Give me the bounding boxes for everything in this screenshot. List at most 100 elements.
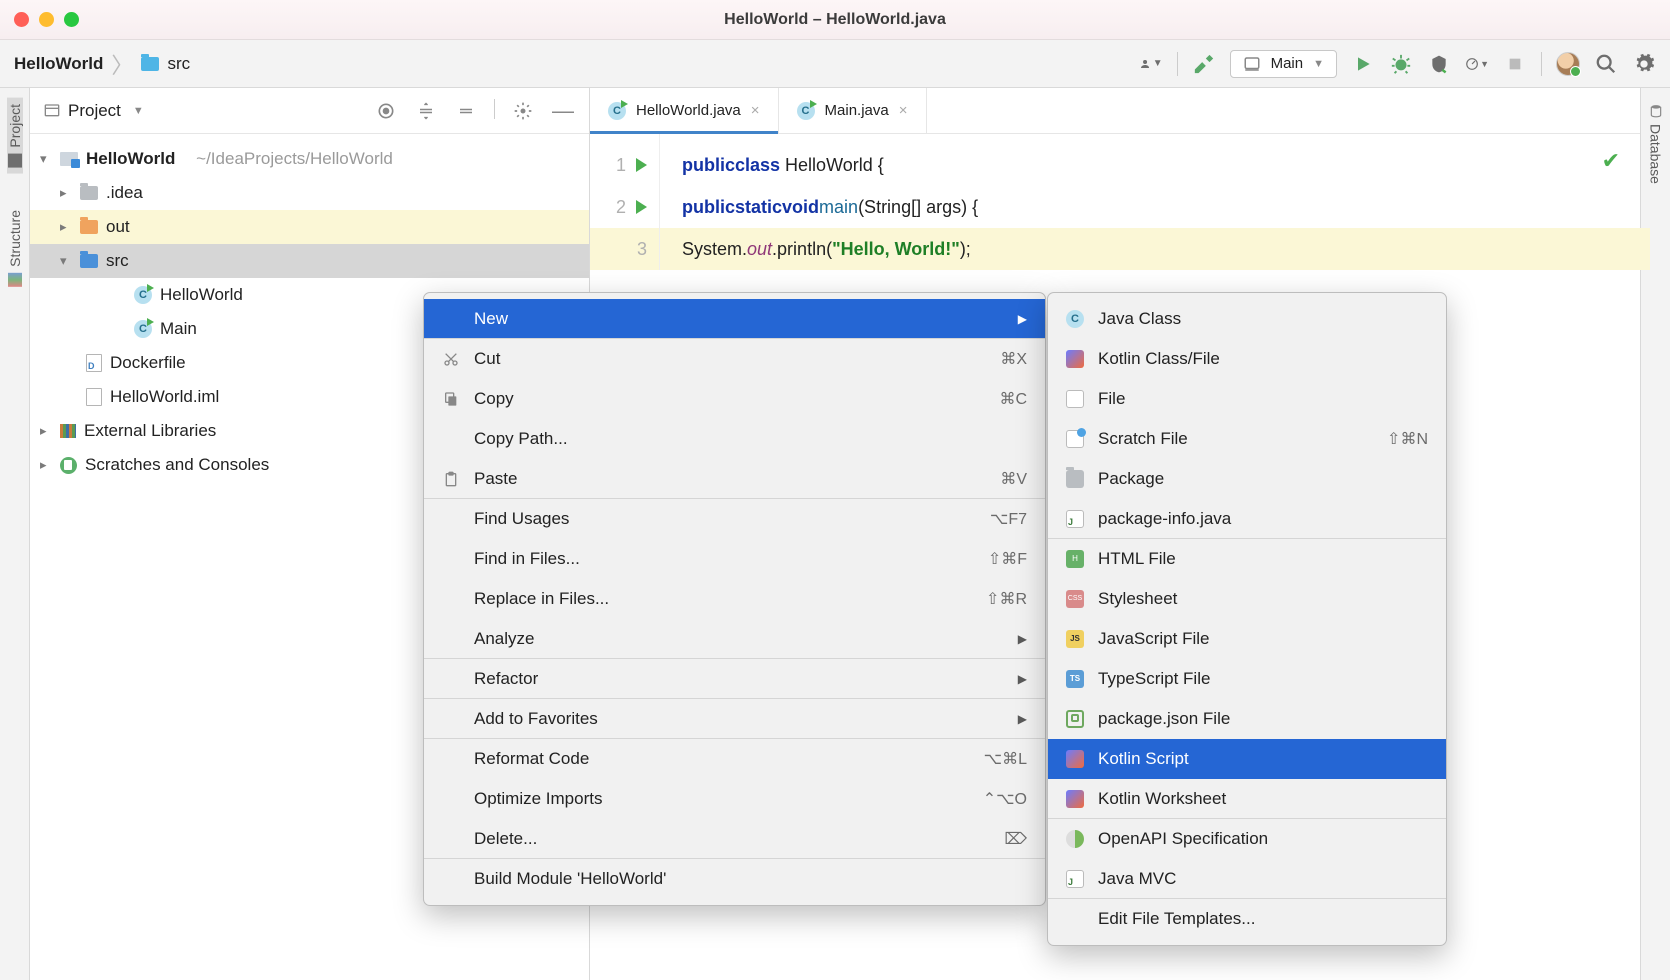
breadcrumb-separator-icon: 〉 (111, 48, 133, 80)
menu-reformat-code[interactable]: Reformat Code⌥⌘L (424, 739, 1045, 779)
tree-out[interactable]: ▸out (30, 210, 589, 244)
menu-find-usages[interactable]: Find Usages⌥F7 (424, 499, 1045, 539)
gear-icon[interactable] (511, 99, 535, 123)
class-icon: C (134, 286, 152, 304)
menu-cut[interactable]: Cut⌘X (424, 339, 1045, 379)
menu-delete[interactable]: Delete...⌦ (424, 819, 1045, 859)
gutter: 1 2 3 (590, 134, 660, 270)
search-icon[interactable] (1594, 52, 1618, 76)
class-icon: C (608, 102, 626, 120)
left-sidestrip: Project Structure (0, 88, 30, 980)
profiler-icon[interactable]: ▼ (1465, 52, 1489, 76)
menu-new[interactable]: New▶ (424, 299, 1045, 339)
chevron-down-icon: ▼ (1313, 58, 1324, 70)
right-sidestrip: Database (1640, 88, 1670, 980)
menu-copy[interactable]: Copy⌘C (424, 379, 1045, 419)
new-submenu: CJava Class Kotlin Class/File File Scrat… (1047, 292, 1447, 946)
run-icon[interactable] (1351, 52, 1375, 76)
menu-build-module[interactable]: Build Module 'HelloWorld' (424, 859, 1045, 899)
submenu-javascript-file[interactable]: JSJavaScript File (1048, 619, 1446, 659)
menu-copy-path[interactable]: Copy Path... (424, 419, 1045, 459)
submenu-package[interactable]: Package (1048, 459, 1446, 499)
select-opened-file-icon[interactable] (374, 99, 398, 123)
collapse-all-icon[interactable] (454, 99, 478, 123)
run-config-label: Main (1271, 55, 1304, 72)
menu-refactor[interactable]: Refactor▶ (424, 659, 1045, 699)
context-menu: New▶ Cut⌘X Copy⌘C Copy Path... Paste⌘V F… (423, 292, 1046, 906)
hammer-icon[interactable] (1192, 52, 1216, 76)
folder-icon (80, 254, 98, 268)
tab-helloworld[interactable]: C HelloWorld.java × (590, 88, 779, 133)
breadcrumb-src[interactable]: src (167, 54, 190, 74)
structure-tool-button[interactable]: Structure (7, 204, 23, 293)
class-icon: C (797, 102, 815, 120)
submenu-package-json[interactable]: package.json File (1048, 699, 1446, 739)
debug-icon[interactable] (1389, 52, 1413, 76)
submenu-typescript-file[interactable]: TSTypeScript File (1048, 659, 1446, 699)
close-icon[interactable]: × (899, 102, 908, 119)
tree-root[interactable]: ▾HelloWorld ~/IdeaProjects/HelloWorld (30, 142, 589, 176)
run-gutter-icon[interactable] (636, 158, 647, 172)
module-icon (60, 152, 78, 166)
minimize-window-icon[interactable] (39, 12, 54, 27)
submenu-scratch-file[interactable]: Scratch File⇧⌘N (1048, 419, 1446, 459)
separator (494, 99, 495, 119)
gear-icon[interactable] (1632, 52, 1656, 76)
scratch-icon (60, 457, 77, 474)
run-config-selector[interactable]: Main ▼ (1230, 50, 1337, 78)
checkmark-icon[interactable]: ✔ (1602, 148, 1620, 174)
submenu-file[interactable]: File (1048, 379, 1446, 419)
submenu-java-class[interactable]: CJava Class (1048, 299, 1446, 339)
folder-icon (80, 220, 98, 234)
submenu-kotlin-script[interactable]: Kotlin Script (1048, 739, 1446, 779)
breadcrumb-root[interactable]: HelloWorld (14, 54, 103, 74)
file-icon (86, 388, 102, 406)
tree-src[interactable]: ▾src (30, 244, 589, 278)
navbar: HelloWorld 〉 src ▼ Main ▼ ▼ (0, 40, 1670, 88)
submenu-java-mvc[interactable]: JJava MVC (1048, 859, 1446, 899)
menu-paste[interactable]: Paste⌘V (424, 459, 1045, 499)
folder-icon (80, 186, 98, 200)
editor-tabs: C HelloWorld.java × C Main.java × (590, 88, 1640, 134)
submenu-kotlin-worksheet[interactable]: Kotlin Worksheet (1048, 779, 1446, 819)
hide-icon[interactable]: — (551, 99, 575, 123)
submenu-openapi[interactable]: OpenAPI Specification (1048, 819, 1446, 859)
submenu-package-info[interactable]: Jpackage-info.java (1048, 499, 1446, 539)
submenu-edit-file-templates[interactable]: Edit File Templates... (1048, 899, 1446, 939)
submenu-stylesheet[interactable]: CSSStylesheet (1048, 579, 1446, 619)
menu-replace-in-files[interactable]: Replace in Files...⇧⌘R (424, 579, 1045, 619)
code-editor[interactable]: 1 2 3 public class HelloWorld { public s… (590, 134, 1640, 270)
project-panel-header: Project ▼ — (30, 88, 589, 134)
tab-main[interactable]: C Main.java × (779, 88, 927, 133)
class-icon: C (134, 320, 152, 338)
breadcrumb[interactable]: HelloWorld 〉 src (14, 48, 190, 80)
separator (1177, 52, 1178, 76)
tree-idea[interactable]: ▸.idea (30, 176, 589, 210)
expand-all-icon[interactable] (414, 99, 438, 123)
avatar[interactable] (1556, 52, 1580, 76)
user-icon[interactable]: ▼ (1139, 52, 1163, 76)
coverage-icon[interactable] (1427, 52, 1451, 76)
library-icon (60, 424, 76, 438)
database-tool-button[interactable]: Database (1648, 98, 1664, 190)
menu-add-to-favorites[interactable]: Add to Favorites▶ (424, 699, 1045, 739)
project-tool-button[interactable]: Project (7, 98, 23, 174)
menu-analyze[interactable]: Analyze▶ (424, 619, 1045, 659)
run-gutter-icon[interactable] (636, 200, 647, 214)
menu-find-in-files[interactable]: Find in Files...⇧⌘F (424, 539, 1045, 579)
stop-icon[interactable] (1503, 52, 1527, 76)
dockerfile-icon (86, 354, 102, 372)
window-title: HelloWorld – HelloWorld.java (724, 11, 946, 29)
submenu-html-file[interactable]: HHTML File (1048, 539, 1446, 579)
window-controls (14, 12, 79, 27)
menu-optimize-imports[interactable]: Optimize Imports⌃⌥O (424, 779, 1045, 819)
close-window-icon[interactable] (14, 12, 29, 27)
maximize-window-icon[interactable] (64, 12, 79, 27)
chevron-down-icon: ▼ (133, 105, 144, 117)
close-icon[interactable]: × (751, 102, 760, 119)
submenu-kotlin-class[interactable]: Kotlin Class/File (1048, 339, 1446, 379)
code-area[interactable]: public class HelloWorld { public static … (660, 134, 1640, 270)
folder-icon (141, 57, 159, 71)
panel-title[interactable]: Project ▼ (44, 101, 144, 121)
toolbar-right: ▼ Main ▼ ▼ (1139, 50, 1656, 78)
